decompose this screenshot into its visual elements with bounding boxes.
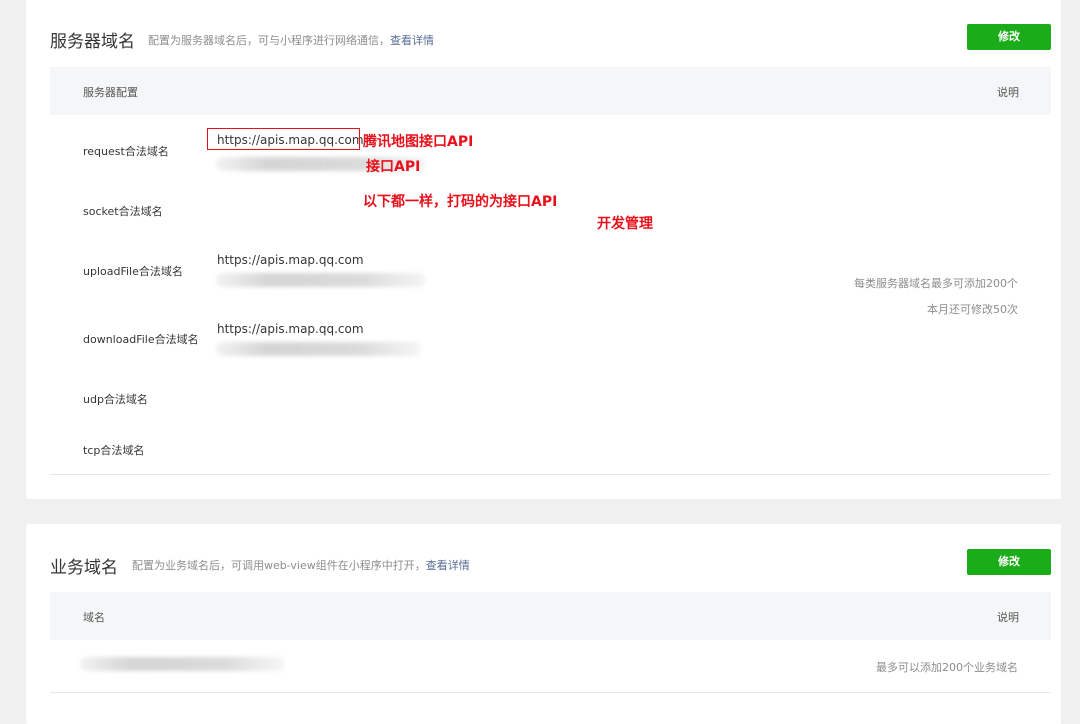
- header-note: 说明: [997, 86, 1019, 99]
- business-domain-desc: 配置为业务域名后，可调用web-view组件在小程序中打开，查看详情: [132, 559, 470, 572]
- divider: [50, 692, 1051, 693]
- annotation-highlight-box: [207, 128, 360, 150]
- business-domain-edit-button[interactable]: 修改: [967, 549, 1051, 575]
- uploadfile-domain-url: https://apis.map.qq.com: [217, 253, 364, 267]
- redacted-domain: [80, 657, 285, 671]
- annotation-tencent-map-api: 腾讯地图接口API: [363, 134, 474, 150]
- server-domain-table-header: 服务器配置 说明: [50, 67, 1051, 115]
- row-label-request: request合法域名: [83, 145, 169, 158]
- row-label-uploadfile: uploadFile合法域名: [83, 265, 183, 278]
- business-domain-limit-note: 最多可以添加200个业务域名: [876, 661, 1018, 674]
- redacted-domain: [216, 273, 426, 287]
- header-server-config: 服务器配置: [83, 86, 138, 99]
- server-domain-monthly-note: 本月还可修改50次: [927, 303, 1018, 316]
- business-domain-card: 业务域名 配置为业务域名后，可调用web-view组件在小程序中打开，查看详情 …: [26, 524, 1061, 724]
- annotation-same-below: 以下都一样，打码的为接口API: [363, 194, 558, 210]
- server-domain-detail-link[interactable]: 查看详情: [390, 34, 434, 47]
- server-domain-edit-button[interactable]: 修改: [967, 24, 1051, 50]
- business-domain-title: 业务域名: [50, 558, 118, 578]
- server-domain-title: 服务器域名: [50, 32, 135, 52]
- row-label-tcp: tcp合法域名: [83, 444, 145, 457]
- annotation-dev-management: 开发管理: [597, 216, 653, 232]
- divider: [50, 474, 1051, 475]
- business-domain-table-header: 域名 说明: [50, 592, 1051, 640]
- server-domain-card: 服务器域名 配置为服务器域名后，可与小程序进行网络通信，查看详情 修改 服务器配…: [26, 0, 1061, 499]
- redacted-domain: [216, 342, 421, 356]
- server-domain-desc: 配置为服务器域名后，可与小程序进行网络通信，查看详情: [148, 34, 434, 47]
- server-domain-limit-note: 每类服务器域名最多可添加200个: [854, 277, 1018, 290]
- header-note: 说明: [997, 611, 1019, 624]
- downloadfile-domain-url: https://apis.map.qq.com: [217, 322, 364, 336]
- business-domain-detail-link[interactable]: 查看详情: [426, 559, 470, 572]
- annotation-interface-api: 接口API: [366, 159, 421, 175]
- row-label-socket: socket合法域名: [83, 205, 163, 218]
- row-label-downloadfile: downloadFile合法域名: [83, 333, 199, 346]
- row-label-udp: udp合法域名: [83, 393, 148, 406]
- header-domain: 域名: [83, 611, 105, 624]
